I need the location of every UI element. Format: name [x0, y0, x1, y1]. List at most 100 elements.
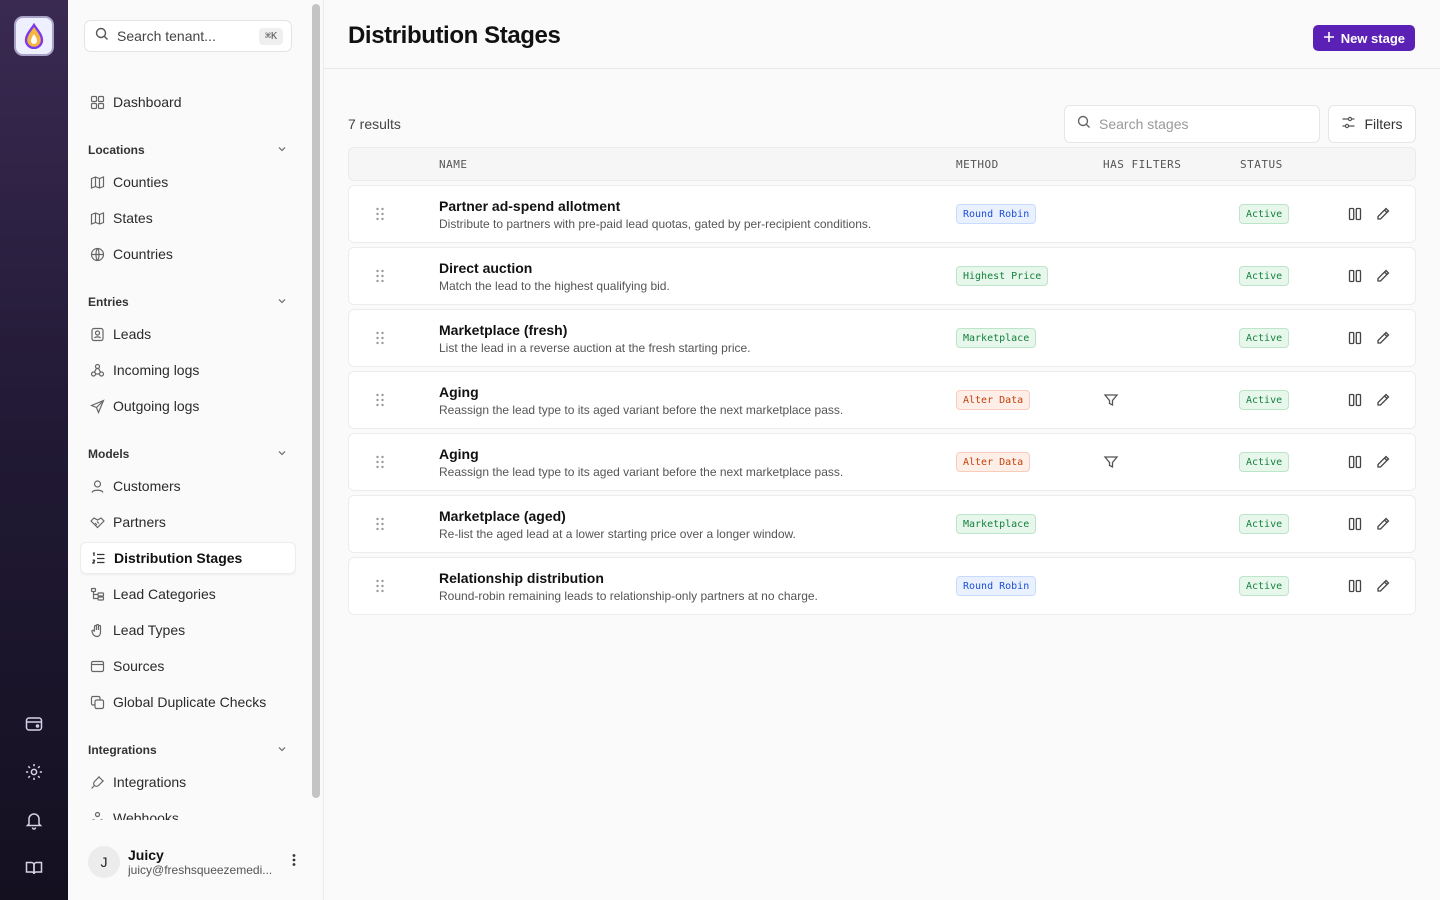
user-name: Juicy — [128, 847, 164, 863]
sidebar-item-sources[interactable]: Sources — [80, 650, 296, 682]
status-badge: Active — [1239, 576, 1290, 596]
sidebar: Search tenant... ⌘K Dashboard Locations … — [68, 0, 324, 900]
table-row[interactable]: Partner ad-spend allotment Distribute to… — [348, 185, 1416, 243]
columns-icon[interactable] — [1347, 206, 1363, 227]
columns-icon[interactable] — [1347, 454, 1363, 475]
method-badge: Round Robin — [956, 204, 1037, 224]
sidebar-item-distribution-stages[interactable]: Distribution Stages — [80, 542, 296, 574]
sidebar-item-leads[interactable]: Leads — [80, 318, 296, 350]
sidebar-item-lead-types[interactable]: Lead Types — [80, 614, 296, 646]
stages-search-input[interactable]: Search stages — [1064, 105, 1320, 143]
map-icon — [89, 210, 105, 226]
sidebar-item-global-duplicate-checks[interactable]: Global Duplicate Checks — [80, 686, 296, 718]
sidebar-scrollbar[interactable] — [312, 4, 320, 798]
method-badge: Alter Data — [956, 390, 1031, 410]
sidebar-item-label: Outgoing logs — [113, 398, 200, 414]
drag-handle-icon[interactable] — [375, 517, 385, 536]
column-header-method[interactable]: METHOD — [956, 158, 999, 171]
edit-pencil-icon[interactable] — [1375, 516, 1391, 537]
handshake-icon — [89, 514, 105, 530]
drag-handle-icon[interactable] — [375, 455, 385, 474]
sidebar-item-outgoing-logs[interactable]: Outgoing logs — [80, 390, 296, 422]
sidebar-item-counties[interactable]: Counties — [80, 166, 296, 198]
sidebar-item-incoming-logs[interactable]: Incoming logs — [80, 354, 296, 386]
edit-pencil-icon[interactable] — [1375, 454, 1391, 475]
drag-handle-icon[interactable] — [375, 393, 385, 412]
filters-button[interactable]: Filters — [1328, 105, 1416, 143]
section-locations[interactable]: Locations — [80, 134, 296, 166]
table-row[interactable]: Direct auction Match the lead to the hig… — [348, 247, 1416, 305]
sidebar-item-lead-categories[interactable]: Lead Categories — [80, 578, 296, 610]
table-row[interactable]: Aging Reassign the lead type to its aged… — [348, 433, 1416, 491]
method-badge: Marketplace — [956, 514, 1037, 534]
table-row[interactable]: Relationship distribution Round-robin re… — [348, 557, 1416, 615]
drag-handle-icon[interactable] — [375, 207, 385, 226]
columns-icon[interactable] — [1347, 578, 1363, 599]
hand-icon — [89, 622, 105, 638]
columns-icon[interactable] — [1347, 392, 1363, 413]
stage-name[interactable]: Aging — [439, 446, 479, 462]
sidebar-item-label: Incoming logs — [113, 362, 200, 378]
edit-pencil-icon[interactable] — [1375, 206, 1391, 227]
tenant-search-input[interactable]: Search tenant... ⌘K — [84, 20, 292, 52]
stage-name[interactable]: Aging — [439, 384, 479, 400]
wallet-icon[interactable] — [20, 710, 48, 738]
app-logo-icon[interactable] — [14, 16, 54, 56]
notifications-bell-icon[interactable] — [20, 806, 48, 834]
table-row[interactable]: Marketplace (aged) Re-list the aged lead… — [348, 495, 1416, 553]
table-row[interactable]: Marketplace (fresh) List the lead in a r… — [348, 309, 1416, 367]
list-ordered-icon — [90, 550, 106, 566]
webhook-icon — [89, 362, 105, 378]
edit-pencil-icon[interactable] — [1375, 578, 1391, 599]
section-label: Models — [88, 447, 130, 461]
stages-table-body: Partner ad-spend allotment Distribute to… — [348, 185, 1416, 619]
sidebar-item-dashboard[interactable]: Dashboard — [80, 86, 296, 118]
page-header: Distribution Stages New stage — [324, 0, 1440, 69]
edit-pencil-icon[interactable] — [1375, 330, 1391, 351]
stage-description: Distribute to partners with pre-paid lea… — [439, 217, 872, 231]
table-row[interactable]: Aging Reassign the lead type to its aged… — [348, 371, 1416, 429]
section-models[interactable]: Models — [80, 438, 296, 470]
columns-icon[interactable] — [1347, 268, 1363, 289]
status-badge: Active — [1239, 514, 1290, 534]
drag-handle-icon[interactable] — [375, 579, 385, 598]
sidebar-item-partners[interactable]: Partners — [80, 506, 296, 538]
columns-icon[interactable] — [1347, 330, 1363, 351]
sidebar-item-label: Webhooks — [113, 810, 179, 820]
sidebar-item-label: Sources — [113, 658, 165, 674]
status-badge: Active — [1239, 266, 1290, 286]
sidebar-item-integrations[interactable]: Integrations — [80, 766, 296, 798]
stage-name[interactable]: Direct auction — [439, 260, 532, 276]
more-vertical-icon[interactable] — [292, 853, 296, 872]
stage-name[interactable]: Marketplace (fresh) — [439, 322, 567, 338]
sidebar-item-label: Partners — [113, 514, 166, 530]
stage-name[interactable]: Relationship distribution — [439, 570, 604, 586]
section-integrations[interactable]: Integrations — [80, 734, 296, 766]
app-rail — [0, 0, 68, 900]
sidebar-item-label: Dashboard — [113, 94, 182, 110]
new-stage-button[interactable]: New stage — [1312, 25, 1415, 51]
columns-icon[interactable] — [1347, 516, 1363, 537]
column-header-name[interactable]: NAME — [439, 158, 468, 171]
user-icon — [89, 478, 105, 494]
column-header-status[interactable]: STATUS — [1240, 158, 1283, 171]
sidebar-item-countries[interactable]: Countries — [80, 238, 296, 270]
drag-handle-icon[interactable] — [375, 331, 385, 350]
drag-handle-icon[interactable] — [375, 269, 385, 288]
sidebar-item-states[interactable]: States — [80, 202, 296, 234]
edit-pencil-icon[interactable] — [1375, 392, 1391, 413]
main-content: Distribution Stages New stage 7 results … — [324, 0, 1440, 900]
settings-gear-icon[interactable] — [20, 758, 48, 786]
user-menu[interactable]: J Juicy juicy@freshsqueezemedi... — [88, 840, 308, 884]
docs-book-icon[interactable] — [20, 854, 48, 882]
stage-name[interactable]: Marketplace (aged) — [439, 508, 566, 524]
sidebar-item-customers[interactable]: Customers — [80, 470, 296, 502]
section-entries[interactable]: Entries — [80, 286, 296, 318]
filter-funnel-icon — [1103, 454, 1119, 475]
edit-pencil-icon[interactable] — [1375, 268, 1391, 289]
column-header-has-filters[interactable]: HAS FILTERS — [1103, 158, 1181, 171]
sidebar-item-webhooks[interactable]: Webhooks — [80, 802, 296, 820]
stage-name[interactable]: Partner ad-spend allotment — [439, 198, 620, 214]
sidebar-item-label: Global Duplicate Checks — [113, 694, 267, 710]
method-badge: Alter Data — [956, 452, 1031, 472]
